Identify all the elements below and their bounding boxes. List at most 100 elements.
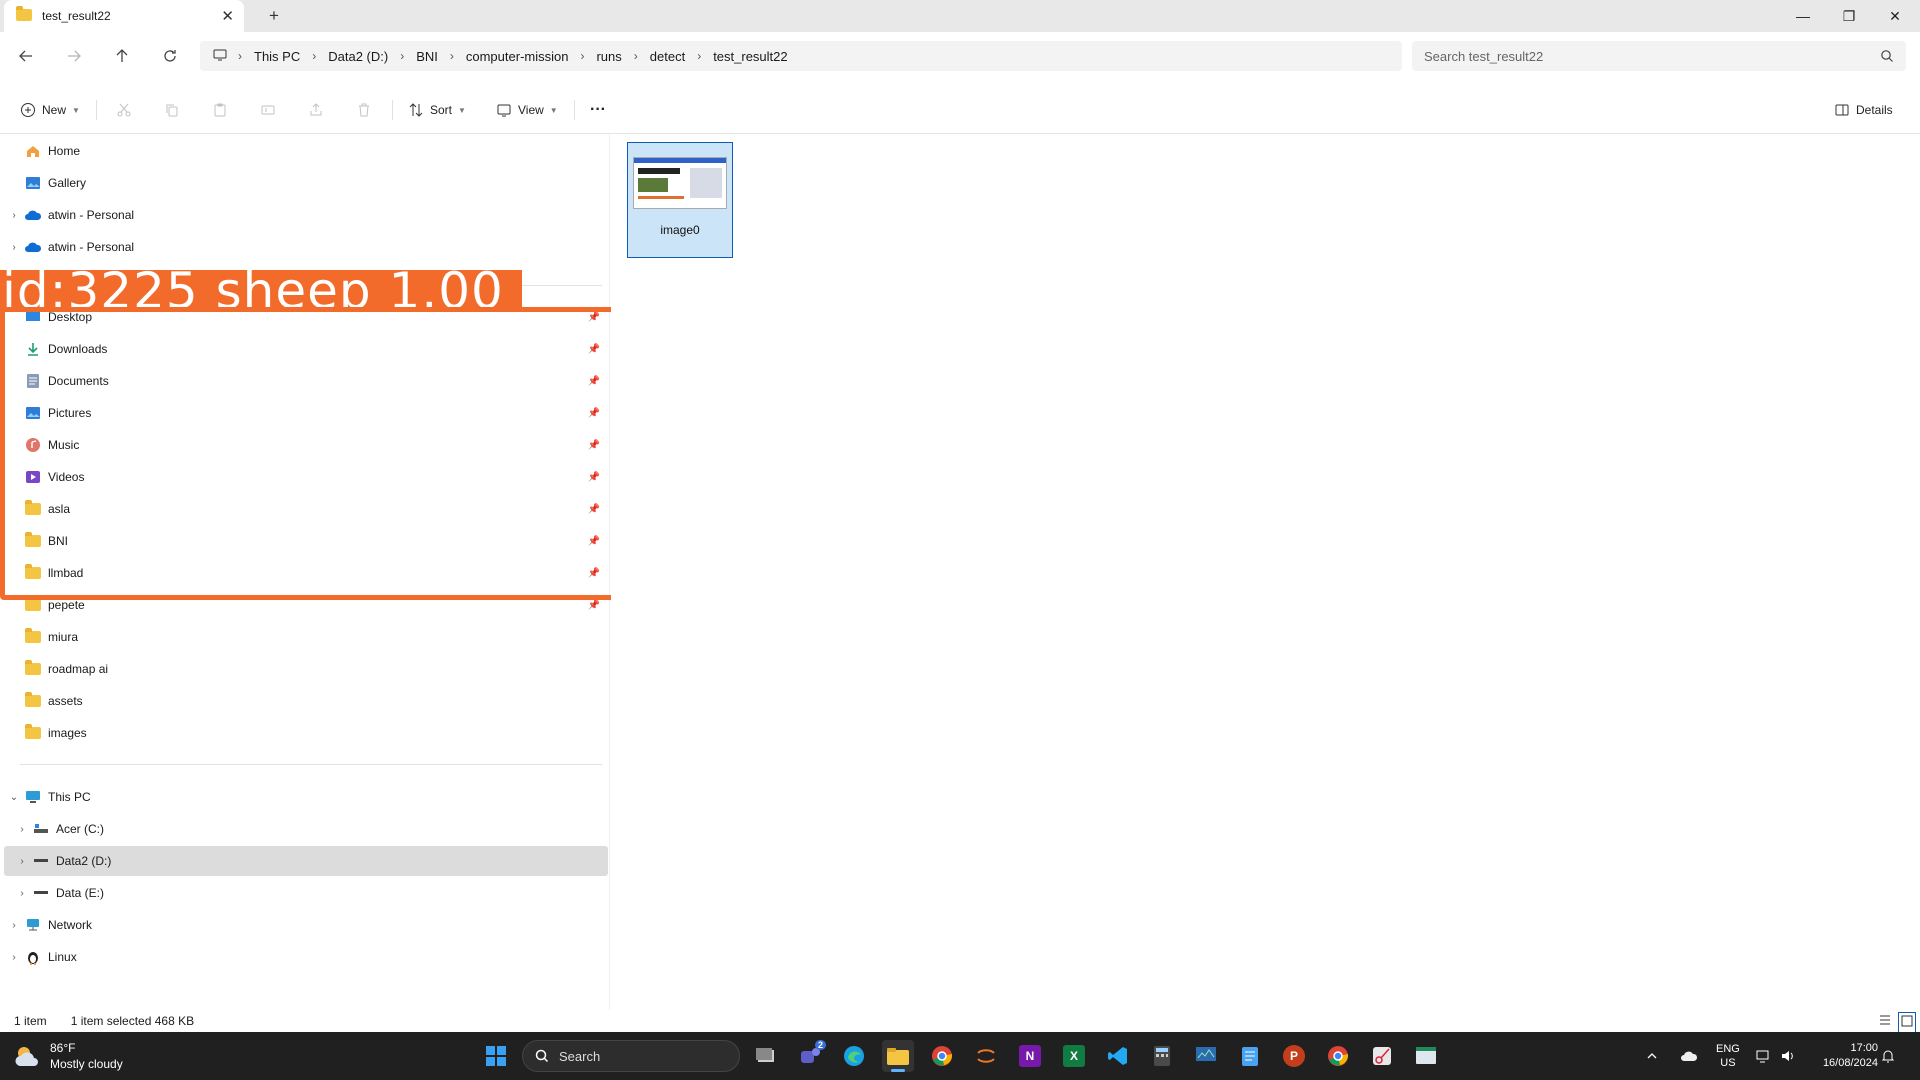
calculator-app[interactable] xyxy=(1146,1040,1178,1072)
sidebar-item-documents[interactable]: Documents 📌 xyxy=(4,366,608,396)
forward-button[interactable] xyxy=(60,42,88,70)
sidebar-item-home[interactable]: Home xyxy=(4,136,608,166)
chevron-right-icon[interactable]: › xyxy=(4,210,24,221)
pin-icon[interactable]: 📌 xyxy=(588,440,600,451)
notepad-app[interactable] xyxy=(1234,1040,1266,1072)
share-button[interactable] xyxy=(308,96,324,124)
pin-icon[interactable]: 📌 xyxy=(588,472,600,483)
tiles-view-button[interactable] xyxy=(1898,1012,1916,1033)
sidebar-item-network[interactable]: › Network xyxy=(4,910,608,940)
crumb-bni[interactable]: BNI xyxy=(408,49,446,64)
details-button[interactable]: Details xyxy=(1834,96,1893,124)
sidebar-item-music[interactable]: Music 📌 xyxy=(4,430,608,460)
pin-icon[interactable]: 📌 xyxy=(588,568,600,579)
sidebar-item-linux[interactable]: › Linux xyxy=(4,942,608,972)
crumb-data2[interactable]: Data2 (D:) xyxy=(320,49,396,64)
pin-icon[interactable]: 📌 xyxy=(588,344,600,355)
sidebar-item-downloads[interactable]: Downloads 📌 xyxy=(4,334,608,364)
sidebar-item-bni[interactable]: BNI 📌 xyxy=(4,526,608,556)
excel-app[interactable]: X xyxy=(1058,1040,1090,1072)
pin-icon[interactable]: 📌 xyxy=(588,536,600,547)
minimize-button[interactable]: — xyxy=(1780,0,1826,32)
pin-icon[interactable]: 📌 xyxy=(588,408,600,419)
crumb-this-pc[interactable]: This PC xyxy=(246,49,308,64)
sidebar-item-asla[interactable]: asla 📌 xyxy=(4,494,608,524)
crumb-runs[interactable]: runs xyxy=(588,49,629,64)
vscode-app[interactable] xyxy=(1102,1040,1134,1072)
language-indicator[interactable]: ENG US xyxy=(1716,1040,1740,1072)
crumb-detect[interactable]: detect xyxy=(642,49,693,64)
sidebar-item-pepete[interactable]: pepete 📌 xyxy=(4,590,608,620)
network-tray[interactable] xyxy=(1756,1040,1772,1072)
show-hidden-icons[interactable] xyxy=(1646,1040,1658,1072)
sidebar-item-data2-d[interactable]: › Data2 (D:) xyxy=(4,846,608,876)
sidebar-item-this-pc[interactable]: ⌄ This PC xyxy=(4,782,608,812)
sidebar-item-data-e[interactable]: › Data (E:) xyxy=(4,878,608,908)
chevron-down-icon[interactable]: ⌄ xyxy=(4,792,24,803)
snipping-tool-app[interactable] xyxy=(1366,1040,1398,1072)
sidebar-item-onedrive-1[interactable]: › atwin - Personal xyxy=(4,200,608,230)
app-window[interactable] xyxy=(1410,1040,1442,1072)
crumb-test-result22[interactable]: test_result22 xyxy=(705,49,795,64)
delete-button[interactable] xyxy=(356,96,372,124)
restore-button[interactable]: ❐ xyxy=(1826,0,1872,32)
file-item-image0[interactable]: image0 xyxy=(627,142,733,258)
chevron-right-icon[interactable]: › xyxy=(12,856,32,867)
pin-icon[interactable]: 📌 xyxy=(588,600,600,611)
pin-icon[interactable]: 📌 xyxy=(588,312,600,323)
sidebar-item-acer-c[interactable]: › Acer (C:) xyxy=(4,814,608,844)
paste-button[interactable] xyxy=(212,96,228,124)
taskbar-search[interactable]: Search xyxy=(522,1040,740,1072)
chrome-profile-app[interactable] xyxy=(1322,1040,1354,1072)
file-explorer-app[interactable] xyxy=(882,1040,914,1072)
notifications-button[interactable] xyxy=(1880,1040,1896,1072)
sidebar-item-images[interactable]: images xyxy=(4,718,608,748)
pin-icon[interactable]: 📌 xyxy=(588,504,600,515)
weather-widget[interactable]: 86°F Mostly cloudy xyxy=(14,1040,123,1072)
up-button[interactable] xyxy=(108,42,136,70)
refresh-button[interactable] xyxy=(156,42,184,70)
more-options-button[interactable]: ··· xyxy=(590,96,606,124)
start-button[interactable] xyxy=(480,1040,512,1072)
chrome-app[interactable] xyxy=(926,1040,958,1072)
rename-button[interactable] xyxy=(260,96,276,124)
powerpoint-app[interactable]: P xyxy=(1278,1040,1310,1072)
chevron-right-icon[interactable]: › xyxy=(4,920,24,931)
cut-button[interactable] xyxy=(116,96,132,124)
chevron-right-icon[interactable]: › xyxy=(12,824,32,835)
copy-button[interactable] xyxy=(164,96,180,124)
teams-app[interactable]: 2 xyxy=(794,1040,826,1072)
new-button[interactable]: New ▼ xyxy=(20,96,80,124)
close-tab-icon[interactable]: ✕ xyxy=(221,7,234,25)
pin-icon[interactable]: 📌 xyxy=(588,376,600,387)
sidebar-item-onedrive-2[interactable]: › atwin - Personal xyxy=(4,232,608,262)
back-button[interactable] xyxy=(12,42,40,70)
crumb-computer-mission[interactable]: computer-mission xyxy=(458,49,577,64)
list-view-button[interactable] xyxy=(1878,1013,1892,1030)
view-button[interactable]: View ▼ xyxy=(496,96,558,124)
chevron-right-icon[interactable]: › xyxy=(12,888,32,899)
sidebar-item-llmbad[interactable]: llmbad 📌 xyxy=(4,558,608,588)
new-tab-button[interactable]: + xyxy=(262,5,286,27)
sidebar-item-pictures[interactable]: Pictures 📌 xyxy=(4,398,608,428)
close-window-button[interactable]: ✕ xyxy=(1872,0,1918,32)
onedrive-tray[interactable] xyxy=(1680,1040,1698,1072)
chevron-right-icon[interactable]: › xyxy=(4,242,24,253)
sidebar-item-assets[interactable]: assets xyxy=(4,686,608,716)
edge-app[interactable] xyxy=(838,1040,870,1072)
resource-monitor-app[interactable] xyxy=(1190,1040,1222,1072)
onenote-app[interactable]: N xyxy=(1014,1040,1046,1072)
tab-test-result22[interactable]: test_result22 ✕ xyxy=(4,0,244,32)
sort-button[interactable]: Sort ▼ xyxy=(408,96,466,124)
search-input[interactable]: Search test_result22 xyxy=(1412,41,1906,71)
volume-tray[interactable] xyxy=(1780,1040,1796,1072)
sidebar-item-gallery[interactable]: Gallery xyxy=(4,168,608,198)
jupyter-app[interactable] xyxy=(970,1040,1002,1072)
chevron-right-icon[interactable]: › xyxy=(4,952,24,963)
sidebar-item-roadmap-ai[interactable]: roadmap ai xyxy=(4,654,608,684)
sidebar-item-miura[interactable]: miura xyxy=(4,622,608,652)
breadcrumb[interactable]: › This PC › Data2 (D:) › BNI › computer-… xyxy=(200,41,1402,71)
task-view-button[interactable] xyxy=(750,1040,782,1072)
system-clock[interactable]: 17:00 16/08/2024 xyxy=(1823,1041,1878,1071)
sidebar-item-videos[interactable]: Videos 📌 xyxy=(4,462,608,492)
